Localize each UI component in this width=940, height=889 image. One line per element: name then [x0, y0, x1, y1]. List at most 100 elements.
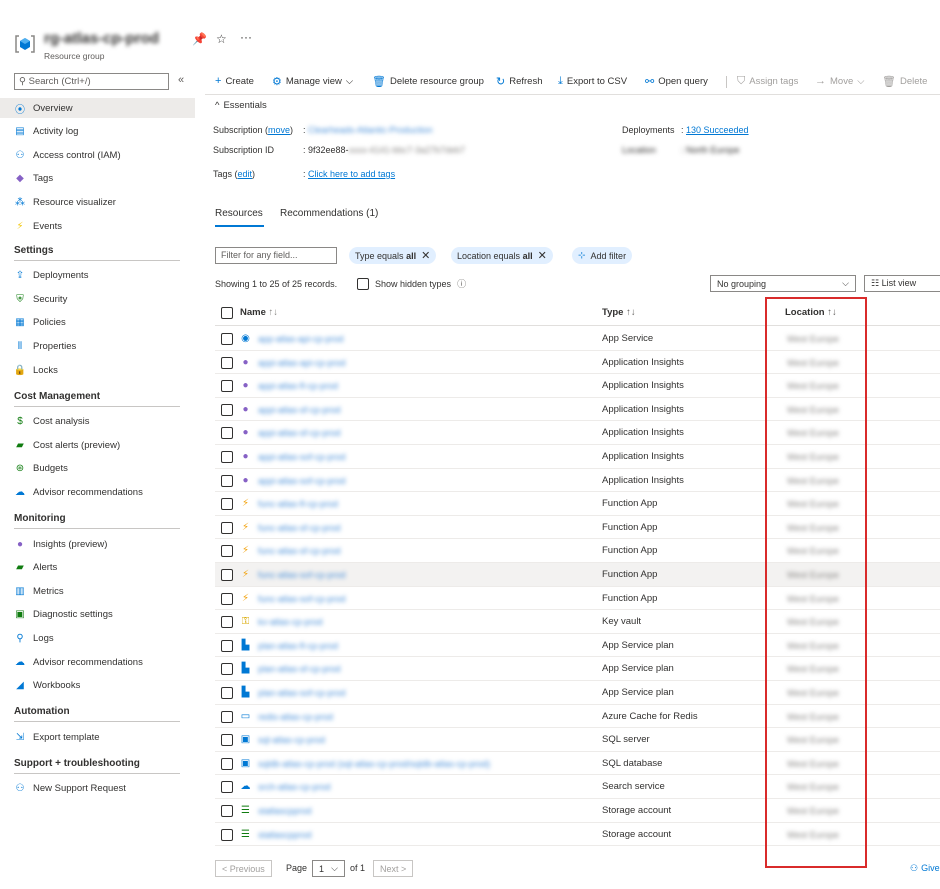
resource-name-link[interactable]: srch-atlas-cp-prod — [258, 782, 331, 792]
resource-name-link[interactable]: plan-atlas-sf-cp-prod — [258, 664, 341, 674]
sidebar-item-budgets[interactable]: ⊛ Budgets — [0, 459, 195, 479]
row-checkbox[interactable] — [221, 592, 233, 605]
row-checkbox[interactable] — [221, 521, 233, 534]
tab-resources[interactable]: Resources — [215, 208, 263, 219]
previous-page-button[interactable]: < Previous — [215, 860, 272, 877]
resource-name-link[interactable]: statlascpprod — [258, 806, 312, 816]
sidebar-item-access-control-iam[interactable]: ⚇ Access control (IAM) — [0, 145, 195, 165]
pin-icon[interactable]: 📌 — [192, 32, 207, 46]
row-checkbox[interactable] — [221, 781, 233, 794]
row-checkbox[interactable] — [221, 663, 233, 676]
view-dropdown[interactable]: ☷ List view — [864, 275, 940, 292]
resource-name-link[interactable]: appi-atlas-sof-cp-prod — [258, 476, 346, 486]
row-checkbox[interactable] — [221, 687, 233, 699]
sidebar-item-diagnostic-settings[interactable]: ▣ Diagnostic settings — [0, 605, 195, 625]
sidebar-item-advisor-recommendations[interactable]: ☁ Advisor recommendations — [0, 652, 195, 672]
row-checkbox[interactable] — [221, 616, 233, 629]
resource-name-link[interactable]: appi-atlas-sf-cp-prod — [258, 428, 341, 438]
essentials-toggle[interactable]: ^ Essentials — [215, 100, 267, 111]
resource-name-link[interactable]: appi-atlas-fl-cp-prod — [258, 381, 338, 391]
resource-name-link[interactable]: func-atlas-sf-cp-prod — [258, 523, 341, 533]
show-hidden-checkbox[interactable] — [357, 277, 369, 290]
info-icon[interactable]: ⓘ — [457, 277, 466, 290]
create-button[interactable]: + Create — [215, 75, 254, 87]
show-hidden-types-toggle[interactable]: Show hidden types ⓘ — [357, 277, 466, 290]
resource-name-link[interactable]: redis-atlas-cp-prod — [258, 712, 333, 722]
sidebar-item-resource-visualizer[interactable]: ⁂ Resource visualizer — [0, 192, 195, 212]
assign-tags-button[interactable]: ⛉ Assign tags — [737, 75, 798, 88]
resource-name-link[interactable]: func-atlas-sof-cp-prod — [258, 594, 346, 604]
select-all-checkbox[interactable] — [221, 307, 233, 319]
resource-name-link[interactable]: sql-atlas-cp-prod — [258, 735, 325, 745]
column-header-name[interactable]: Name ↑↓ — [240, 307, 278, 318]
deployments-link[interactable]: 130 Succeeded — [686, 125, 749, 135]
row-checkbox[interactable] — [221, 474, 233, 487]
resource-name-link[interactable]: func-atlas-fl-cp-prod — [258, 499, 338, 509]
open-query-button[interactable]: ⚯ Open query — [645, 75, 708, 88]
resource-name-link[interactable]: appi-atlas-sf-cp-prod — [258, 405, 341, 415]
sidebar-item-insights-preview[interactable]: ● Insights (preview) — [0, 534, 195, 554]
row-checkbox[interactable] — [221, 333, 233, 345]
close-icon[interactable]: ✕ — [538, 249, 547, 262]
refresh-button[interactable]: ↻ Refresh — [496, 75, 542, 88]
export-csv-button[interactable]: ⤓ Export to CSV — [558, 75, 627, 88]
row-checkbox[interactable] — [221, 639, 233, 652]
close-icon[interactable]: ✕ — [421, 249, 430, 262]
resource-name-link[interactable]: appi-atlas-sof-cp-prod — [258, 452, 346, 462]
tags-edit-link[interactable]: edit — [238, 169, 253, 179]
sidebar-item-cost-alerts-preview[interactable]: ▰ Cost alerts (preview) — [0, 435, 195, 455]
add-filter-button[interactable]: ⊹ Add filter — [572, 247, 633, 264]
row-checkbox[interactable] — [221, 380, 233, 393]
resource-name-link[interactable]: appi-atlas-api-cp-prod — [258, 358, 346, 368]
ellipsis-icon[interactable]: ··· — [240, 30, 252, 44]
page-select[interactable]: 1 ⌵ — [312, 860, 345, 877]
sidebar-item-alerts[interactable]: ▰ Alerts — [0, 558, 195, 578]
sidebar-item-cost-analysis[interactable]: $ Cost analysis — [0, 412, 195, 432]
location-filter-pill[interactable]: Location equals all ✕ — [451, 247, 553, 264]
sidebar-item-logs[interactable]: ⚲ Logs — [0, 628, 195, 648]
sidebar-item-security[interactable]: ⛨ Security — [0, 289, 195, 309]
row-checkbox[interactable] — [221, 498, 233, 511]
next-page-button[interactable]: Next > — [373, 860, 414, 877]
sidebar-item-deployments[interactable]: ⇪ Deployments — [0, 266, 195, 286]
sidebar-item-overview[interactable]: ⦿ Overview — [0, 98, 195, 118]
sidebar-search-input[interactable]: ⚲ Search (Ctrl+/) — [14, 73, 169, 90]
resource-name-link[interactable]: sqldb-atlas-cp-prod (sql-atlas-cp-prod/s… — [258, 759, 490, 769]
row-checkbox[interactable] — [221, 710, 233, 723]
resource-name-link[interactable]: plan-atlas-sof-cp-prod — [258, 688, 346, 698]
sidebar-item-locks[interactable]: 🔒 Locks — [0, 360, 195, 380]
tab-recommendations[interactable]: Recommendations (1) — [280, 208, 378, 219]
subscription-move-link[interactable]: move — [268, 125, 290, 135]
manage-view-button[interactable]: ⚙ Manage view ⌵ — [272, 75, 353, 88]
row-checkbox[interactable] — [221, 427, 233, 440]
resource-name-link[interactable]: app-atlas-api-cp-prod — [258, 334, 344, 344]
row-checkbox[interactable] — [221, 569, 233, 581]
sidebar-item-policies[interactable]: ▦ Policies — [0, 313, 195, 333]
row-checkbox[interactable] — [221, 757, 233, 770]
row-checkbox[interactable] — [221, 451, 233, 463]
row-checkbox[interactable] — [221, 734, 233, 747]
feedback-link[interactable]: ⚇ Give — [910, 863, 940, 874]
type-filter-pill[interactable]: Type equals all ✕ — [349, 247, 437, 264]
add-tags-link[interactable]: Click here to add tags — [308, 169, 395, 179]
row-checkbox[interactable] — [221, 828, 233, 841]
delete-resource-group-button[interactable]: 🗑 Delete resource group — [372, 75, 484, 88]
resource-name-link[interactable]: statlascpprod — [258, 830, 312, 840]
delete-button[interactable]: 🗑 Delete — [882, 75, 927, 88]
row-checkbox[interactable] — [221, 403, 233, 416]
collapse-sidebar-button[interactable]: « — [178, 74, 184, 86]
row-checkbox[interactable] — [221, 356, 233, 369]
sidebar-item-metrics[interactable]: ▥ Metrics — [0, 581, 195, 601]
sidebar-item-events[interactable]: ⚡ Events — [0, 216, 195, 236]
sidebar-item-tags[interactable]: ◆ Tags — [0, 169, 195, 189]
resource-name-link[interactable]: func-atlas-sof-cp-prod — [258, 570, 346, 580]
grouping-dropdown[interactable]: No grouping ⌵ — [710, 275, 856, 292]
sidebar-item-activity-log[interactable]: ▤ Activity log — [0, 122, 195, 142]
move-button[interactable]: → Move ⌵ — [815, 75, 864, 87]
sidebar-item-export-template[interactable]: ⇲ Export template — [0, 727, 195, 747]
resource-name-link[interactable]: kv-atlas-cp-prod — [258, 617, 323, 627]
row-checkbox[interactable] — [221, 545, 233, 558]
resource-name-link[interactable]: func-atlas-sf-cp-prod — [258, 546, 341, 556]
sidebar-item-workbooks[interactable]: ◢ Workbooks — [0, 676, 195, 696]
subscription-value[interactable]: : Clearheads-Atlantic-Production — [303, 125, 433, 135]
